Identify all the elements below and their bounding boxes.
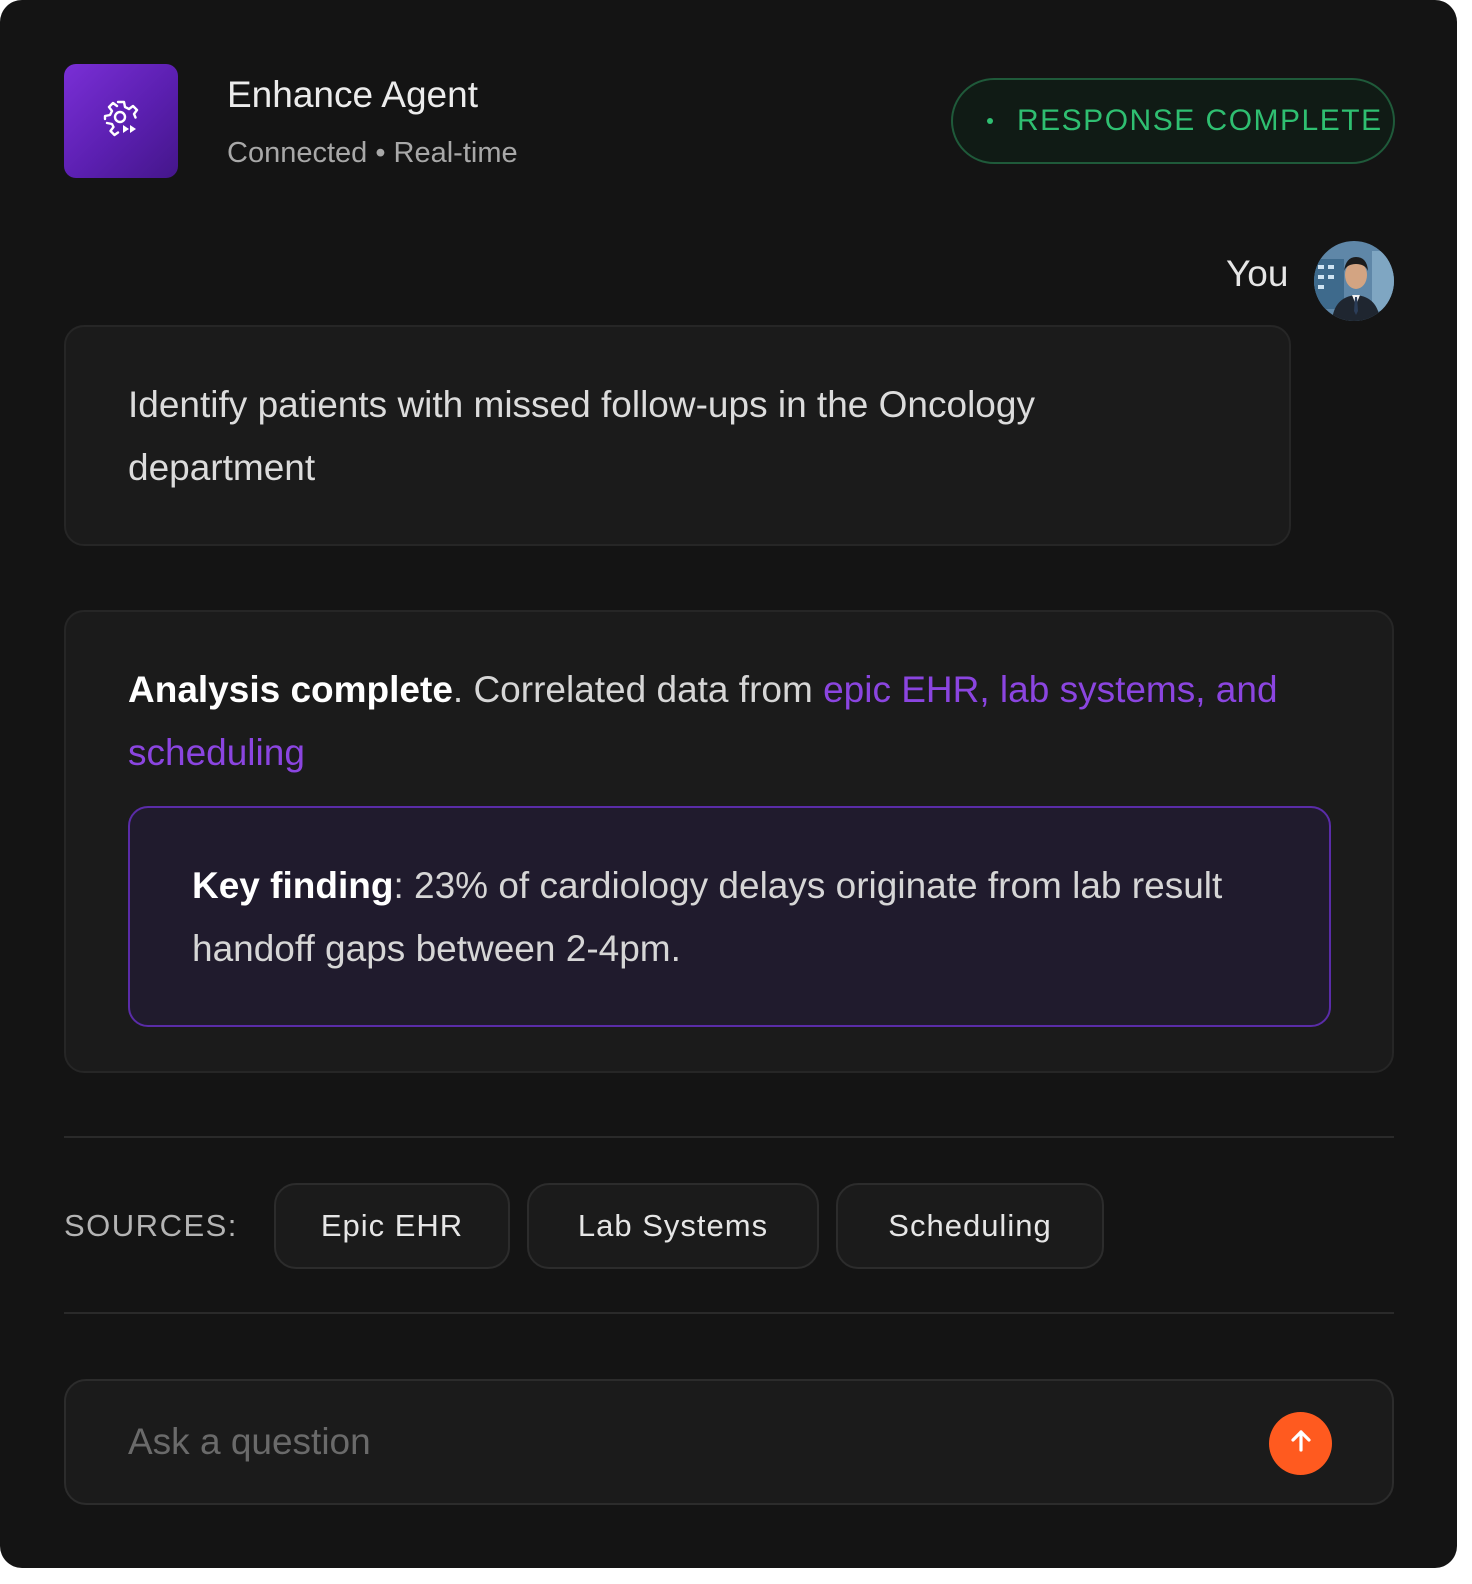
status-badge-label: RESPONSE COMPLETE [1017, 104, 1383, 137]
key-finding-callout: Key finding: 23% of cardiology delays or… [128, 806, 1331, 1027]
agent-name: Enhance Agent [227, 74, 478, 115]
user-message-bubble: Identify patients with missed follow-ups… [64, 325, 1291, 546]
response-lead-text: . Correlated data from [452, 669, 824, 710]
send-button[interactable] [1269, 1412, 1332, 1475]
user-label: You [1226, 253, 1289, 294]
key-finding-label: Key finding [192, 865, 394, 906]
sources-label: SOURCES: [64, 1208, 238, 1243]
question-input[interactable]: Ask a question [64, 1379, 1394, 1505]
divider [64, 1312, 1394, 1314]
arrow-up-icon [1287, 1427, 1315, 1460]
gear-play-icon [101, 99, 141, 144]
source-chip-epic-ehr[interactable]: Epic EHR [274, 1183, 510, 1269]
source-chip-scheduling[interactable]: Scheduling [836, 1183, 1104, 1269]
response-lead-bold: Analysis complete [128, 669, 453, 710]
divider [64, 1136, 1394, 1138]
source-chip-label: Scheduling [888, 1208, 1052, 1243]
avatar[interactable] [1314, 241, 1394, 321]
source-chip-label: Epic EHR [320, 1208, 464, 1243]
response-summary: Analysis complete. Correlated data from … [128, 658, 1330, 784]
chat-panel: Enhance Agent Connected • Real-time RESP… [0, 0, 1457, 1568]
source-chip-label: Lab Systems [577, 1208, 769, 1243]
agent-logo [64, 64, 178, 178]
user-message-text: Identify patients with missed follow-ups… [128, 384, 1035, 488]
source-chip-lab-systems[interactable]: Lab Systems [527, 1183, 819, 1269]
agent-response-bubble: Analysis complete. Correlated data from … [64, 610, 1394, 1073]
agent-connection-status: Connected • Real-time [227, 137, 518, 169]
response-status-badge: RESPONSE COMPLETE [951, 78, 1395, 164]
question-input-placeholder: Ask a question [128, 1421, 371, 1462]
status-dot-icon [987, 118, 993, 124]
key-finding-text: Key finding: 23% of cardiology delays or… [192, 854, 1267, 980]
